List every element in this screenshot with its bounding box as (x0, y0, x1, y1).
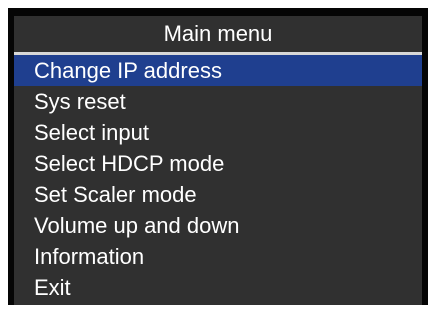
menu-item-exit[interactable]: Exit (14, 272, 422, 303)
menu-item-volume-up-and-down[interactable]: Volume up and down (14, 210, 422, 241)
menu-title: Main menu (163, 21, 273, 46)
menu-item-sys-reset[interactable]: Sys reset (14, 86, 422, 117)
main-menu-panel: Main menu Change IP address Sys reset Se… (14, 16, 422, 305)
menu-list: Change IP address Sys reset Select input… (14, 55, 422, 303)
menu-item-select-input[interactable]: Select input (14, 117, 422, 148)
menu-item-select-hdcp-mode[interactable]: Select HDCP mode (14, 148, 422, 179)
menu-item-set-scaler-mode[interactable]: Set Scaler mode (14, 179, 422, 210)
menu-item-change-ip-address[interactable]: Change IP address (14, 55, 422, 86)
menu-item-information[interactable]: Information (14, 241, 422, 272)
osd-frame: Main menu Change IP address Sys reset Se… (8, 8, 428, 305)
